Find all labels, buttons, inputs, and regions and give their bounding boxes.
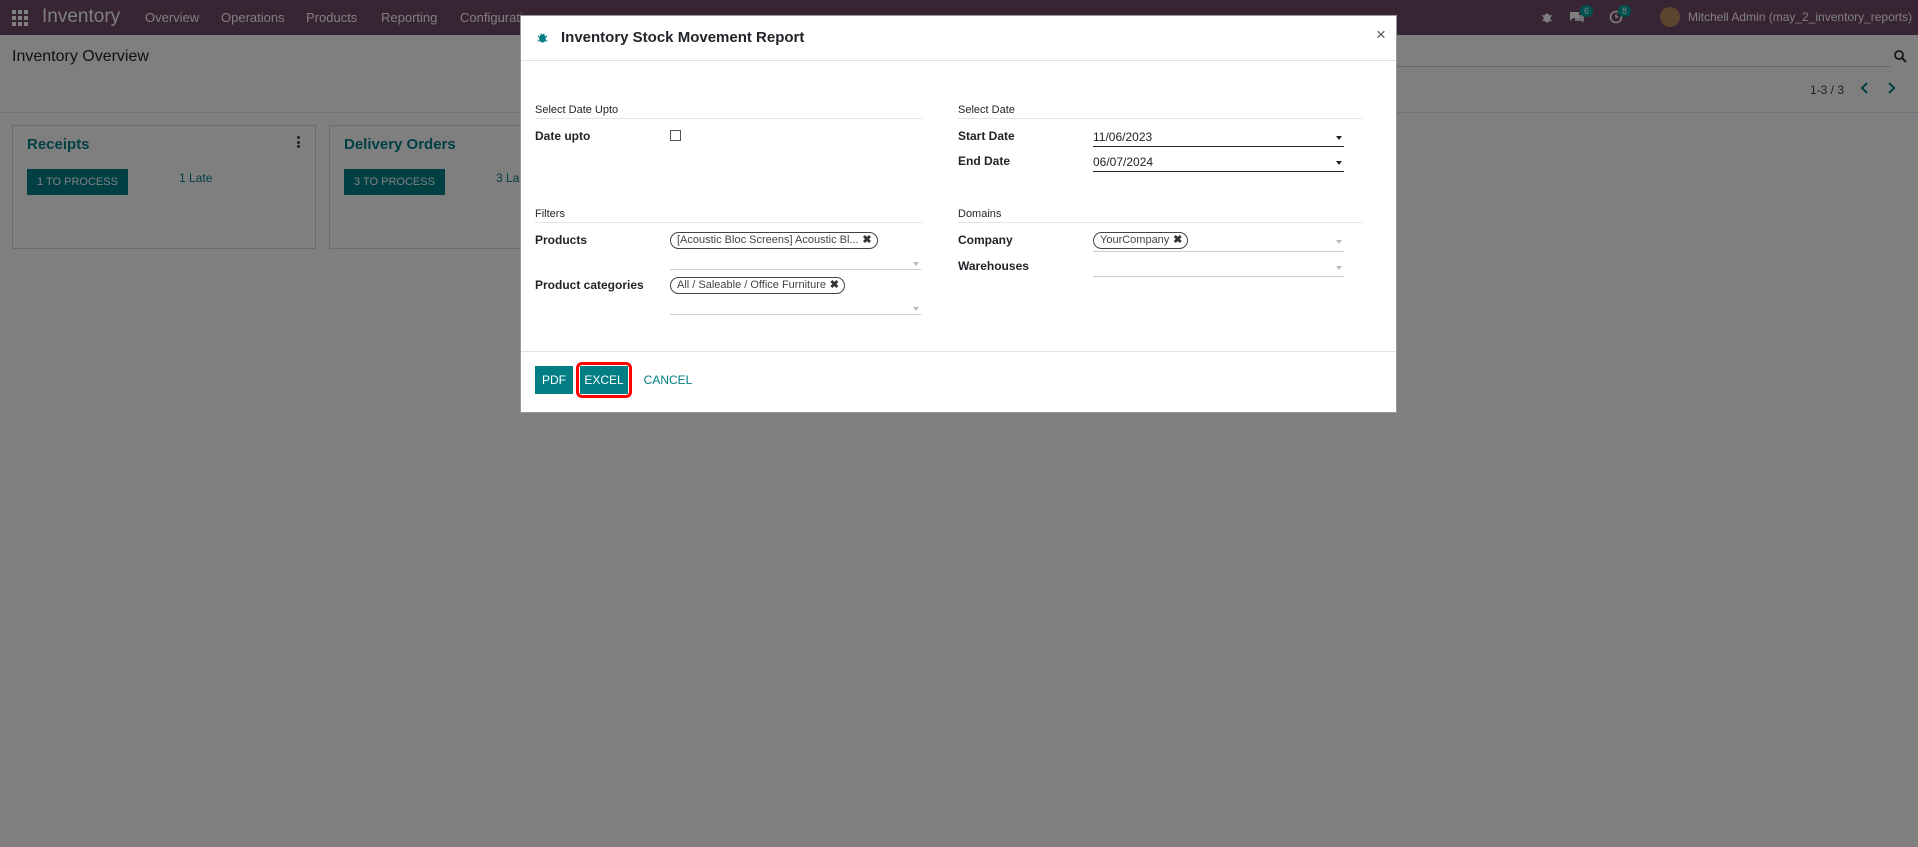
- stock-movement-report-dialog: Inventory Stock Movement Report × Select…: [520, 15, 1397, 413]
- dropdown-caret-icon[interactable]: [913, 307, 919, 311]
- select-date-upto-heading: Select Date Upto: [535, 104, 619, 116]
- product-categories-label: Product categories: [535, 278, 644, 292]
- company-tag-label: YourCompany: [1100, 234, 1170, 246]
- pdf-button[interactable]: PDF: [535, 366, 573, 394]
- select-date-heading: Select Date: [958, 104, 1015, 116]
- end-date-label: End Date: [958, 154, 1011, 168]
- date-upto-checkbox[interactable]: [670, 130, 681, 141]
- section-divider: [958, 222, 1363, 223]
- products-field[interactable]: [Acoustic Bloc Screens] Acoustic Bl... ✖: [670, 232, 921, 270]
- end-date-value: 06/07/2024: [1093, 155, 1154, 169]
- modal-title: Inventory Stock Movement Report: [561, 29, 805, 46]
- section-divider: [535, 118, 922, 119]
- start-date-input[interactable]: 11/06/2023: [1093, 128, 1344, 147]
- dropdown-caret-icon[interactable]: [1336, 266, 1342, 270]
- section-divider: [535, 222, 922, 223]
- section-divider: [958, 118, 1363, 119]
- date-upto-label: Date upto: [535, 129, 591, 143]
- warehouses-field[interactable]: [1093, 258, 1344, 277]
- product-tag-label: [Acoustic Bloc Screens] Acoustic Bl...: [677, 234, 859, 246]
- company-field[interactable]: YourCompany ✖: [1093, 232, 1344, 252]
- dropdown-caret-icon[interactable]: [1336, 136, 1342, 140]
- dropdown-caret-icon[interactable]: [1336, 240, 1342, 244]
- company-tag[interactable]: YourCompany ✖: [1093, 232, 1189, 249]
- cancel-button[interactable]: CANCEL: [638, 366, 698, 394]
- products-label: Products: [535, 233, 588, 247]
- product-tag[interactable]: [Acoustic Bloc Screens] Acoustic Bl... ✖: [670, 232, 878, 249]
- category-tag[interactable]: All / Saleable / Office Furniture ✖: [670, 277, 845, 294]
- product-categories-field[interactable]: All / Saleable / Office Furniture ✖: [670, 277, 921, 315]
- modal-footer: PDF EXCEL CANCEL: [521, 351, 1396, 413]
- end-date-input[interactable]: 06/07/2024: [1093, 153, 1344, 172]
- start-date-value: 11/06/2023: [1093, 130, 1153, 144]
- excel-button[interactable]: EXCEL: [580, 366, 628, 394]
- company-label: Company: [958, 233, 1013, 247]
- dropdown-caret-icon[interactable]: [1336, 161, 1342, 165]
- dropdown-caret-icon[interactable]: [913, 262, 919, 266]
- warehouses-label: Warehouses: [958, 259, 1029, 273]
- bug-icon: [537, 33, 548, 43]
- start-date-label: Start Date: [958, 129, 1015, 143]
- modal-header: Inventory Stock Movement Report ×: [521, 16, 1396, 61]
- remove-tag-icon[interactable]: ✖: [862, 233, 871, 248]
- category-tag-label: All / Saleable / Office Furniture: [677, 279, 826, 291]
- close-icon[interactable]: ×: [1376, 25, 1386, 45]
- filters-heading: Filters: [535, 208, 565, 220]
- remove-tag-icon[interactable]: ✖: [1173, 233, 1182, 248]
- remove-tag-icon[interactable]: ✖: [830, 278, 839, 293]
- domains-heading: Domains: [958, 208, 1002, 220]
